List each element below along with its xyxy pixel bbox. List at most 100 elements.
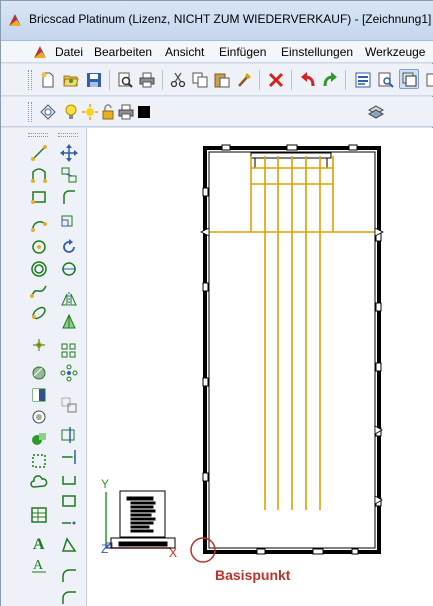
trim-icon — [61, 427, 75, 443]
print-preview-button[interactable] — [115, 70, 135, 90]
open-folder-icon — [63, 75, 79, 87]
polyline-tool-button[interactable] — [28, 164, 50, 186]
text-tool-button[interactable]: A — [28, 532, 50, 554]
menu-einstellungen[interactable]: Einstellungen — [281, 45, 353, 59]
lightbulb-icon — [65, 104, 77, 119]
print-button[interactable] — [137, 70, 157, 90]
break-tool-button[interactable] — [58, 468, 80, 490]
lengthen-tool-button[interactable] — [58, 512, 80, 534]
mtext-tool-button[interactable]: A — [28, 554, 50, 576]
hatch-tool-button[interactable] — [28, 362, 50, 384]
layer-plot-toggle[interactable] — [116, 102, 136, 122]
new-file-button[interactable] — [38, 70, 58, 90]
explorer-search-icon — [378, 72, 394, 88]
move-tool-button[interactable] — [58, 142, 80, 164]
layer-on-toggle[interactable] — [61, 102, 81, 122]
cloud-tool-button[interactable] — [28, 428, 50, 450]
stretch-tool-button[interactable] — [58, 310, 80, 332]
line-tool-button[interactable] — [28, 142, 50, 164]
menu-ansicht[interactable]: Ansicht — [165, 45, 204, 59]
drawing-canvas[interactable]: Y X Z Basispunkt — [87, 128, 433, 606]
offset-tool-button[interactable] — [58, 258, 80, 280]
layer-freeze-toggle[interactable] — [80, 102, 100, 122]
toolbar-grip[interactable] — [28, 133, 48, 137]
more-tools-button[interactable] — [422, 70, 433, 90]
copy-object-tool-button[interactable] — [58, 164, 80, 186]
printer-icon — [139, 72, 155, 88]
layer-manager-button[interactable] — [399, 69, 419, 89]
boundary-icon — [32, 454, 46, 468]
new-file-icon — [41, 72, 54, 88]
svg-text:A: A — [33, 558, 44, 573]
paste-button[interactable] — [212, 70, 232, 90]
open-file-button[interactable] — [61, 70, 81, 90]
fillet-corner-tool-button[interactable] — [58, 564, 80, 586]
properties-button[interactable] — [353, 70, 373, 90]
undo-button[interactable] — [298, 70, 318, 90]
mirror-tool-button[interactable] — [58, 288, 80, 310]
circle-tool-button[interactable] — [28, 236, 50, 258]
cut-button[interactable] — [168, 70, 188, 90]
scale-icon — [61, 215, 73, 227]
redo-button[interactable] — [320, 70, 340, 90]
printer-icon — [118, 104, 134, 120]
scale-tool-button[interactable] — [58, 208, 80, 230]
shapes-icon — [32, 433, 46, 445]
rotate-icon — [63, 239, 75, 253]
copy-icon — [192, 72, 208, 88]
drawing-svg[interactable] — [87, 128, 433, 606]
menu-bar: Datei Bearbeiten Ansicht Einfügen Einste… — [1, 41, 433, 63]
explode-tool-button[interactable] — [58, 394, 80, 416]
design-explorer-button[interactable] — [376, 70, 396, 90]
document-menu-icon[interactable] — [33, 45, 47, 59]
left-toolbars: A A — [1, 128, 87, 606]
print-preview-icon — [118, 72, 133, 88]
arc-icon — [31, 221, 47, 232]
save-button[interactable] — [84, 70, 104, 90]
copy-button[interactable] — [190, 70, 210, 90]
region-tool-button[interactable] — [28, 384, 50, 406]
arc-tool-button[interactable] — [28, 214, 50, 236]
array-tool-button[interactable] — [58, 340, 80, 362]
menu-werkzeuge[interactable]: Werkzeuge — [365, 45, 425, 59]
toolbar-grip[interactable] — [28, 70, 32, 90]
toolbar-grip[interactable] — [28, 102, 32, 122]
chamfer-tool-button[interactable] — [58, 534, 80, 556]
rectangle-edit-tool-button[interactable] — [58, 490, 80, 512]
toolbar-separator — [109, 70, 110, 90]
delete-button[interactable] — [266, 70, 286, 90]
fillet-tool-button[interactable] — [58, 186, 80, 208]
rectangle-tool-button[interactable] — [28, 186, 50, 208]
layers-icon — [402, 72, 417, 87]
menu-bearbeiten[interactable]: Bearbeiten — [94, 45, 152, 59]
trim-tool-button[interactable] — [58, 424, 80, 446]
line-icon — [31, 145, 47, 161]
fillet-arc-tool-button[interactable] — [58, 586, 80, 606]
layer-state-button[interactable] — [38, 102, 58, 122]
toolbar-grip[interactable] — [58, 133, 78, 137]
boundary-tool-button[interactable] — [28, 450, 50, 472]
wipeout-tool-button[interactable] — [28, 406, 50, 428]
donut-tool-button[interactable] — [28, 258, 50, 280]
menu-einfuegen[interactable]: Einfügen — [219, 45, 266, 59]
ellipse-tool-button[interactable] — [28, 302, 50, 324]
extend-icon — [62, 450, 76, 464]
table-tool-button[interactable] — [28, 504, 50, 526]
point-tool-button[interactable] — [28, 334, 50, 356]
layer-lock-toggle[interactable] — [98, 102, 118, 122]
menu-datei[interactable]: Datei — [55, 45, 83, 59]
stretch-icon — [62, 313, 76, 329]
title-bar[interactable]: Bricscad Platinum (Lizenz, NICHT ZUM WIE… — [1, 1, 433, 41]
fillet-icon — [63, 190, 75, 204]
make-object-layer-current-button[interactable] — [366, 102, 386, 122]
lengthen-icon — [62, 521, 76, 525]
rectangle-icon — [31, 191, 46, 204]
revision-cloud-tool-button[interactable] — [28, 472, 50, 494]
multiline-text-icon: A — [32, 558, 46, 573]
polyline-icon — [31, 168, 47, 183]
polar-array-tool-button[interactable] — [58, 362, 80, 384]
match-properties-button[interactable] — [234, 70, 254, 90]
extend-tool-button[interactable] — [58, 446, 80, 468]
rotate-tool-button[interactable] — [58, 236, 80, 258]
spline-tool-button[interactable] — [28, 280, 50, 302]
